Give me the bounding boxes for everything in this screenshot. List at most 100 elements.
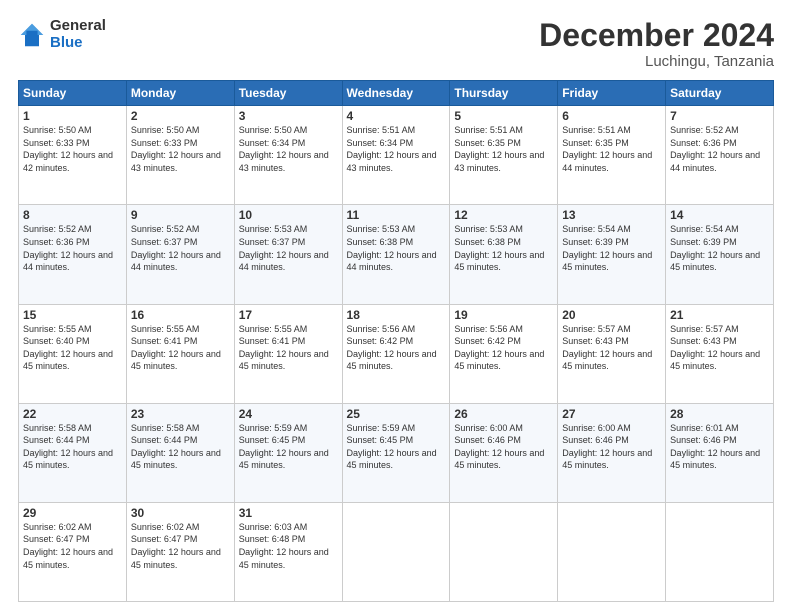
- day-info: Sunrise: 5:53 AM Sunset: 6:38 PM Dayligh…: [454, 223, 553, 273]
- calendar-cell-4-4: [450, 502, 558, 601]
- day-number: 2: [131, 109, 230, 123]
- header: General Blue December 2024 Luchingu, Tan…: [18, 18, 774, 70]
- day-info: Sunrise: 5:52 AM Sunset: 6:36 PM Dayligh…: [23, 223, 122, 273]
- week-row-2: 15 Sunrise: 5:55 AM Sunset: 6:40 PM Dayl…: [19, 304, 774, 403]
- day-info: Sunrise: 5:56 AM Sunset: 6:42 PM Dayligh…: [454, 323, 553, 373]
- day-info: Sunrise: 5:57 AM Sunset: 6:43 PM Dayligh…: [562, 323, 661, 373]
- calendar-cell-2-2: 17 Sunrise: 5:55 AM Sunset: 6:41 PM Dayl…: [234, 304, 342, 403]
- calendar-cell-1-3: 11 Sunrise: 5:53 AM Sunset: 6:38 PM Dayl…: [342, 205, 450, 304]
- calendar-cell-4-0: 29 Sunrise: 6:02 AM Sunset: 6:47 PM Dayl…: [19, 502, 127, 601]
- day-info: Sunrise: 5:56 AM Sunset: 6:42 PM Dayligh…: [347, 323, 446, 373]
- day-number: 4: [347, 109, 446, 123]
- calendar-cell-0-2: 3 Sunrise: 5:50 AM Sunset: 6:34 PM Dayli…: [234, 106, 342, 205]
- week-row-1: 8 Sunrise: 5:52 AM Sunset: 6:36 PM Dayli…: [19, 205, 774, 304]
- day-number: 14: [670, 208, 769, 222]
- day-number: 25: [347, 407, 446, 421]
- day-number: 15: [23, 308, 122, 322]
- calendar-cell-1-4: 12 Sunrise: 5:53 AM Sunset: 6:38 PM Dayl…: [450, 205, 558, 304]
- calendar-cell-3-0: 22 Sunrise: 5:58 AM Sunset: 6:44 PM Dayl…: [19, 403, 127, 502]
- calendar-cell-4-6: [666, 502, 774, 601]
- day-info: Sunrise: 5:52 AM Sunset: 6:36 PM Dayligh…: [670, 124, 769, 174]
- logo-icon: [18, 21, 46, 49]
- calendar-cell-2-4: 19 Sunrise: 5:56 AM Sunset: 6:42 PM Dayl…: [450, 304, 558, 403]
- week-row-0: 1 Sunrise: 5:50 AM Sunset: 6:33 PM Dayli…: [19, 106, 774, 205]
- week-row-3: 22 Sunrise: 5:58 AM Sunset: 6:44 PM Dayl…: [19, 403, 774, 502]
- page: General Blue December 2024 Luchingu, Tan…: [0, 0, 792, 612]
- day-info: Sunrise: 5:55 AM Sunset: 6:41 PM Dayligh…: [239, 323, 338, 373]
- month-title: December 2024: [539, 18, 774, 53]
- day-info: Sunrise: 5:51 AM Sunset: 6:34 PM Dayligh…: [347, 124, 446, 174]
- day-number: 20: [562, 308, 661, 322]
- day-info: Sunrise: 5:53 AM Sunset: 6:38 PM Dayligh…: [347, 223, 446, 273]
- calendar-cell-3-2: 24 Sunrise: 5:59 AM Sunset: 6:45 PM Dayl…: [234, 403, 342, 502]
- day-info: Sunrise: 6:02 AM Sunset: 6:47 PM Dayligh…: [131, 521, 230, 571]
- calendar-cell-3-3: 25 Sunrise: 5:59 AM Sunset: 6:45 PM Dayl…: [342, 403, 450, 502]
- calendar-cell-3-6: 28 Sunrise: 6:01 AM Sunset: 6:46 PM Dayl…: [666, 403, 774, 502]
- calendar-cell-0-5: 6 Sunrise: 5:51 AM Sunset: 6:35 PM Dayli…: [558, 106, 666, 205]
- day-number: 11: [347, 208, 446, 222]
- calendar-cell-2-0: 15 Sunrise: 5:55 AM Sunset: 6:40 PM Dayl…: [19, 304, 127, 403]
- title-block: December 2024 Luchingu, Tanzania: [539, 18, 774, 70]
- calendar-cell-1-0: 8 Sunrise: 5:52 AM Sunset: 6:36 PM Dayli…: [19, 205, 127, 304]
- day-number: 26: [454, 407, 553, 421]
- calendar-cell-4-1: 30 Sunrise: 6:02 AM Sunset: 6:47 PM Dayl…: [126, 502, 234, 601]
- day-info: Sunrise: 5:55 AM Sunset: 6:41 PM Dayligh…: [131, 323, 230, 373]
- day-info: Sunrise: 5:59 AM Sunset: 6:45 PM Dayligh…: [239, 422, 338, 472]
- day-number: 23: [131, 407, 230, 421]
- day-info: Sunrise: 5:50 AM Sunset: 6:33 PM Dayligh…: [23, 124, 122, 174]
- day-info: Sunrise: 6:03 AM Sunset: 6:48 PM Dayligh…: [239, 521, 338, 571]
- day-number: 21: [670, 308, 769, 322]
- day-number: 28: [670, 407, 769, 421]
- day-number: 19: [454, 308, 553, 322]
- calendar-cell-0-6: 7 Sunrise: 5:52 AM Sunset: 6:36 PM Dayli…: [666, 106, 774, 205]
- calendar-cell-4-3: [342, 502, 450, 601]
- calendar-cell-0-0: 1 Sunrise: 5:50 AM Sunset: 6:33 PM Dayli…: [19, 106, 127, 205]
- day-number: 13: [562, 208, 661, 222]
- day-info: Sunrise: 5:51 AM Sunset: 6:35 PM Dayligh…: [562, 124, 661, 174]
- day-number: 9: [131, 208, 230, 222]
- calendar-cell-1-1: 9 Sunrise: 5:52 AM Sunset: 6:37 PM Dayli…: [126, 205, 234, 304]
- day-info: Sunrise: 5:54 AM Sunset: 6:39 PM Dayligh…: [562, 223, 661, 273]
- logo-text: General Blue: [50, 18, 106, 51]
- day-number: 24: [239, 407, 338, 421]
- calendar-cell-1-6: 14 Sunrise: 5:54 AM Sunset: 6:39 PM Dayl…: [666, 205, 774, 304]
- day-number: 30: [131, 506, 230, 520]
- day-info: Sunrise: 6:01 AM Sunset: 6:46 PM Dayligh…: [670, 422, 769, 472]
- day-number: 10: [239, 208, 338, 222]
- calendar-cell-0-1: 2 Sunrise: 5:50 AM Sunset: 6:33 PM Dayli…: [126, 106, 234, 205]
- th-wednesday: Wednesday: [342, 81, 450, 106]
- calendar-cell-4-5: [558, 502, 666, 601]
- day-number: 8: [23, 208, 122, 222]
- calendar-cell-0-4: 5 Sunrise: 5:51 AM Sunset: 6:35 PM Dayli…: [450, 106, 558, 205]
- day-info: Sunrise: 5:59 AM Sunset: 6:45 PM Dayligh…: [347, 422, 446, 472]
- day-info: Sunrise: 5:52 AM Sunset: 6:37 PM Dayligh…: [131, 223, 230, 273]
- day-number: 17: [239, 308, 338, 322]
- day-number: 12: [454, 208, 553, 222]
- calendar-cell-2-3: 18 Sunrise: 5:56 AM Sunset: 6:42 PM Dayl…: [342, 304, 450, 403]
- calendar-cell-0-3: 4 Sunrise: 5:51 AM Sunset: 6:34 PM Dayli…: [342, 106, 450, 205]
- day-number: 6: [562, 109, 661, 123]
- logo: General Blue: [18, 18, 106, 51]
- day-number: 31: [239, 506, 338, 520]
- day-number: 22: [23, 407, 122, 421]
- day-info: Sunrise: 6:00 AM Sunset: 6:46 PM Dayligh…: [454, 422, 553, 472]
- th-sunday: Sunday: [19, 81, 127, 106]
- day-info: Sunrise: 5:50 AM Sunset: 6:33 PM Dayligh…: [131, 124, 230, 174]
- day-info: Sunrise: 5:50 AM Sunset: 6:34 PM Dayligh…: [239, 124, 338, 174]
- calendar-cell-3-4: 26 Sunrise: 6:00 AM Sunset: 6:46 PM Dayl…: [450, 403, 558, 502]
- week-row-4: 29 Sunrise: 6:02 AM Sunset: 6:47 PM Dayl…: [19, 502, 774, 601]
- location: Luchingu, Tanzania: [539, 53, 774, 70]
- day-info: Sunrise: 5:55 AM Sunset: 6:40 PM Dayligh…: [23, 323, 122, 373]
- day-number: 5: [454, 109, 553, 123]
- th-tuesday: Tuesday: [234, 81, 342, 106]
- day-info: Sunrise: 5:53 AM Sunset: 6:37 PM Dayligh…: [239, 223, 338, 273]
- calendar-cell-2-5: 20 Sunrise: 5:57 AM Sunset: 6:43 PM Dayl…: [558, 304, 666, 403]
- calendar-cell-2-6: 21 Sunrise: 5:57 AM Sunset: 6:43 PM Dayl…: [666, 304, 774, 403]
- day-info: Sunrise: 5:58 AM Sunset: 6:44 PM Dayligh…: [23, 422, 122, 472]
- day-number: 16: [131, 308, 230, 322]
- day-info: Sunrise: 5:51 AM Sunset: 6:35 PM Dayligh…: [454, 124, 553, 174]
- calendar-cell-1-5: 13 Sunrise: 5:54 AM Sunset: 6:39 PM Dayl…: [558, 205, 666, 304]
- th-monday: Monday: [126, 81, 234, 106]
- th-thursday: Thursday: [450, 81, 558, 106]
- day-info: Sunrise: 6:02 AM Sunset: 6:47 PM Dayligh…: [23, 521, 122, 571]
